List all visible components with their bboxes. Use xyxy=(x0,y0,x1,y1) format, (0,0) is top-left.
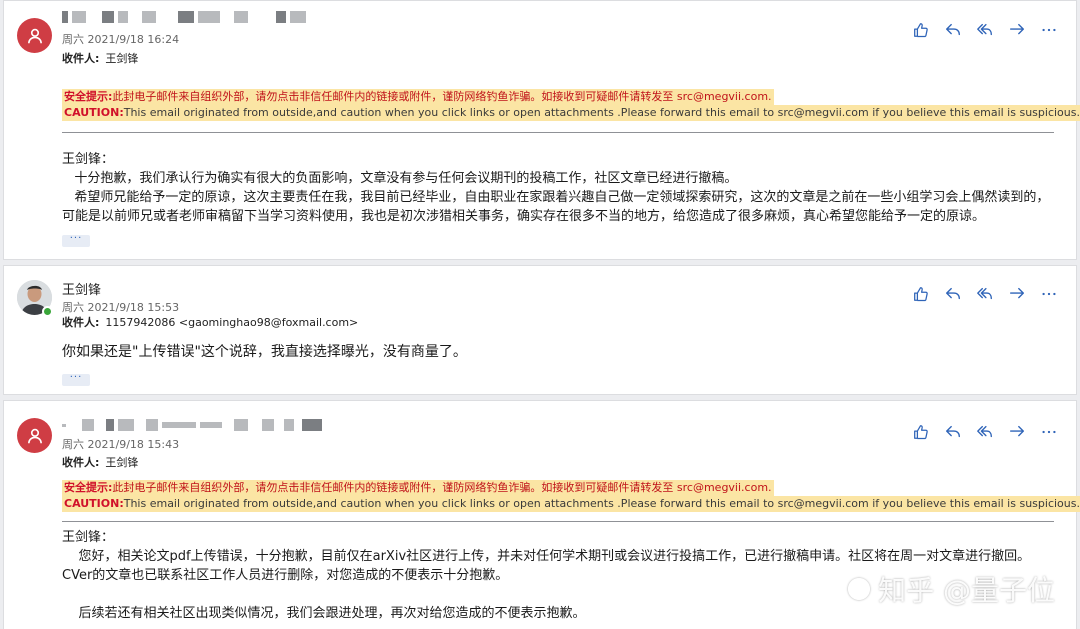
body-paragraph: 王剑锋： xyxy=(62,152,115,167)
security-text: 此封电子邮件来自组织外部，请勿点击非信任邮件内的链接或附件，谨防网络钓鱼诈骗。如… xyxy=(112,481,772,494)
recipient-line: 收件人: 王剑锋 xyxy=(62,454,138,470)
message-actions xyxy=(911,20,1058,39)
email-message-2[interactable]: 王剑锋 周六 2021/9/18 15:53 收件人: 1157942086 <g… xyxy=(3,265,1077,395)
sender-name-redacted xyxy=(62,418,322,432)
email-date: 周六 2021/9/18 16:24 xyxy=(62,33,180,46)
zhihu-watermark: 知乎 @量子位 xyxy=(848,569,1055,609)
body-paragraph: 你如果还是"上传错误"这个说辞，我直接选择曝光，没有商量了。 xyxy=(62,344,467,360)
person-icon xyxy=(27,28,42,43)
body-paragraph: 希望师兄能给予一定的原谅，这次主要责任在我，我目前已经毕业，自由职业在家跟着兴趣… xyxy=(62,190,1050,224)
email-date: 周六 2021/9/18 15:53 xyxy=(62,301,180,314)
reply-icon[interactable] xyxy=(943,422,962,441)
forward-icon[interactable] xyxy=(1007,422,1026,441)
show-more-button[interactable]: ··· xyxy=(62,373,90,386)
security-warning-banner: 安全提示:此封电子邮件来自组织外部，请勿点击非信任邮件内的链接或附件，谨防网络钓… xyxy=(62,89,1080,121)
recipient-line: 收件人: 王剑锋 xyxy=(62,50,138,66)
recipient-value: 王剑锋 xyxy=(105,52,139,65)
security-warning-line: 安全提示:此封电子邮件来自组织外部，请勿点击非信任邮件内的链接或附件，谨防网络钓… xyxy=(62,89,774,105)
reply-all-icon[interactable] xyxy=(975,284,994,303)
caution-line: CAUTION:This email originated from outsi… xyxy=(62,496,1080,512)
sender-name-redacted xyxy=(62,10,306,24)
forward-icon[interactable] xyxy=(1007,20,1026,39)
divider xyxy=(62,521,1054,522)
more-options-icon[interactable] xyxy=(1039,422,1058,441)
recipient-value: 王剑锋 xyxy=(105,456,139,469)
reply-all-icon[interactable] xyxy=(975,422,994,441)
message-actions xyxy=(911,284,1058,303)
message-actions xyxy=(911,422,1058,441)
caution-label: CAUTION: xyxy=(64,497,124,510)
caution-label: CAUTION: xyxy=(64,106,124,119)
more-options-icon[interactable] xyxy=(1039,20,1058,39)
body-paragraph: 王剑锋： xyxy=(62,530,115,545)
recipient-value: 1157942086 <gaominghao98@foxmail.com> xyxy=(105,316,359,329)
email-message-1[interactable]: 周六 2021/9/18 16:24 收件人: 王剑锋 安全提示:此封电子邮件来自… xyxy=(3,0,1080,260)
recipient-line: 收件人: 1157942086 <gaominghao98@foxmail.com… xyxy=(62,314,358,330)
caution-text: This email originated from outside,and c… xyxy=(123,497,1080,510)
divider xyxy=(62,132,1054,133)
show-more-button[interactable]: ··· xyxy=(62,234,90,247)
thumbs-up-icon[interactable] xyxy=(911,20,930,39)
email-body: 你如果还是"上传错误"这个说辞，我直接选择曝光，没有商量了。 xyxy=(62,343,1052,362)
person-icon xyxy=(27,428,42,443)
thumbs-up-icon[interactable] xyxy=(911,284,930,303)
email-date: 周六 2021/9/18 15:43 xyxy=(62,438,180,451)
security-label: 安全提示: xyxy=(64,481,113,494)
forward-icon[interactable] xyxy=(1007,284,1026,303)
security-warning-line: 安全提示:此封电子邮件来自组织外部，请勿点击非信任邮件内的链接或附件，谨防网络钓… xyxy=(62,480,774,496)
watermark-text: 知乎 @量子位 xyxy=(878,574,1055,607)
online-status-icon xyxy=(42,306,53,317)
email-body: 王剑锋： 十分抱歉，我们承认行为确实有很大的负面影响，文章没有参与任何会议期刊的… xyxy=(62,150,1052,226)
thumbs-up-icon[interactable] xyxy=(911,422,930,441)
recipient-label: 收件人: xyxy=(62,316,100,329)
security-text: 此封电子邮件来自组织外部，请勿点击非信任邮件内的链接或附件，谨防网络钓鱼诈骗。如… xyxy=(112,90,772,103)
security-warning-banner: 安全提示:此封电子邮件来自组织外部，请勿点击非信任邮件内的链接或附件，谨防网络钓… xyxy=(62,480,1080,512)
sender-avatar[interactable] xyxy=(17,418,52,453)
caution-line: CAUTION:This email originated from outsi… xyxy=(62,105,1080,121)
reply-icon[interactable] xyxy=(943,20,962,39)
recipient-label: 收件人: xyxy=(62,456,100,469)
reply-all-icon[interactable] xyxy=(975,20,994,39)
watermark-logo-icon xyxy=(848,578,871,600)
sender-name: 王剑锋 xyxy=(62,283,102,298)
reply-icon[interactable] xyxy=(943,284,962,303)
caution-text: This email originated from outside,and c… xyxy=(123,106,1080,119)
sender-avatar[interactable] xyxy=(17,18,52,53)
recipient-label: 收件人: xyxy=(62,52,100,65)
body-paragraph: 十分抱歉，我们承认行为确实有很大的负面影响，文章没有参与任何会议期刊的投稿工作，… xyxy=(62,171,738,186)
security-label: 安全提示: xyxy=(64,90,113,103)
more-options-icon[interactable] xyxy=(1039,284,1058,303)
